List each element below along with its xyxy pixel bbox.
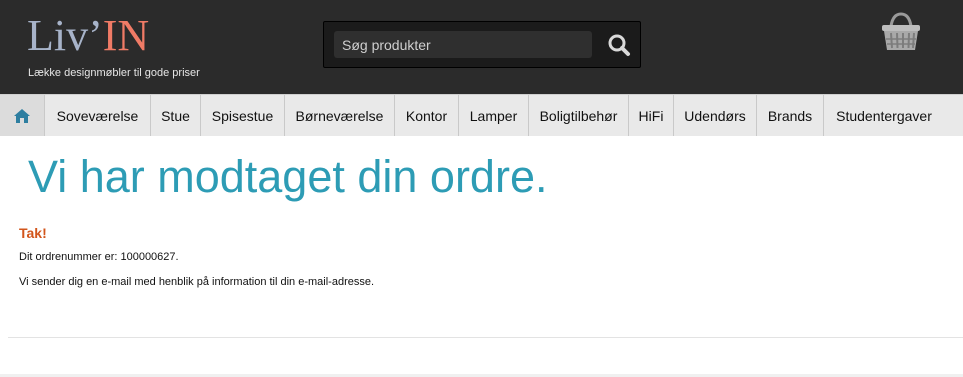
search-bar [323, 21, 641, 68]
basket-button[interactable] [879, 12, 923, 54]
nav-item-hifi[interactable]: HiFi [629, 95, 674, 136]
nav-item-boernevaerelse[interactable]: Børneværelse [285, 95, 395, 136]
email-info-text: Vi sender dig en e-mail med henblik på i… [19, 276, 375, 288]
basket-icon [882, 12, 920, 50]
main-nav: Soveværelse Stue Spisestue Børneværelse … [0, 94, 963, 136]
site-tagline: Lække designmøbler til gode priser [28, 67, 200, 79]
nav-item-sovevaerelse[interactable]: Soveværelse [45, 95, 151, 136]
search-icon [608, 34, 630, 56]
nav-item-udendoers[interactable]: Udendørs [674, 95, 757, 136]
nav-item-kontor[interactable]: Kontor [395, 95, 459, 136]
order-number-text: Dit ordrenummer er: 100000627. [19, 251, 179, 263]
content-divider [8, 337, 963, 338]
nav-item-brands[interactable]: Brands [757, 95, 824, 136]
logo-text-part2: IN [102, 11, 150, 60]
site-header: Liv’IN Lække designmøbler til gode prise… [0, 0, 963, 94]
home-icon [14, 108, 30, 123]
nav-item-spisestue[interactable]: Spisestue [201, 95, 285, 136]
nav-home[interactable] [0, 95, 45, 136]
nav-item-lamper[interactable]: Lamper [459, 95, 529, 136]
nav-item-studentergaver[interactable]: Studentergaver [824, 95, 944, 136]
site-logo[interactable]: Liv’IN [27, 14, 149, 58]
logo-text-part1: Liv’ [27, 11, 103, 60]
search-input[interactable] [334, 31, 592, 58]
nav-item-boligtilbehoer[interactable]: Boligtilbehør [529, 95, 629, 136]
thanks-heading: Tak! [19, 225, 47, 241]
nav-item-stue[interactable]: Stue [151, 95, 201, 136]
page-title: Vi har modtaget din ordre. [28, 151, 548, 202]
search-button[interactable] [604, 31, 634, 59]
